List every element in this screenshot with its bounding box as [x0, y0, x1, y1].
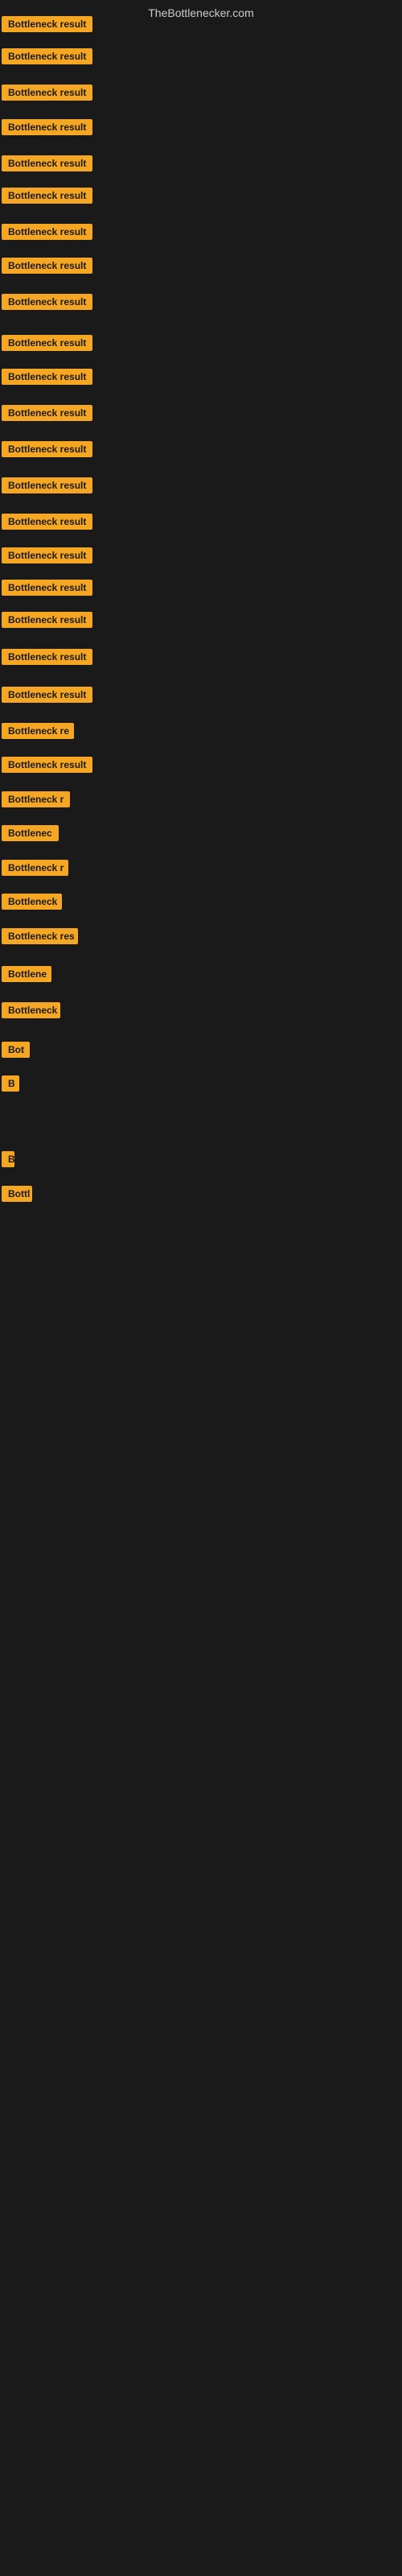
bottleneck-item: Bottl	[2, 1186, 32, 1206]
bottleneck-badge[interactable]: Bottleneck result	[2, 687, 92, 703]
bottleneck-item: Bottleneck result	[2, 369, 92, 389]
bottleneck-badge[interactable]: Bottleneck result	[2, 757, 92, 773]
bottleneck-badge[interactable]: Bottleneck r	[2, 860, 68, 876]
bottleneck-item: Bottleneck res	[2, 928, 78, 948]
bottleneck-badge[interactable]: Bottleneck result	[2, 612, 92, 628]
bottleneck-badge[interactable]: Bottleneck result	[2, 405, 92, 421]
bottleneck-badge[interactable]: Bottl	[2, 1186, 32, 1202]
bottleneck-item: Bottleneck	[2, 894, 62, 914]
bottleneck-badge[interactable]: Bottlene	[2, 966, 51, 982]
bottleneck-item: Bottleneck result	[2, 85, 92, 105]
bottleneck-badge[interactable]: Bottleneck result	[2, 85, 92, 101]
bottleneck-badge[interactable]: Bottleneck result	[2, 580, 92, 596]
bottleneck-badge[interactable]: Bottleneck result	[2, 188, 92, 204]
bottleneck-badge[interactable]: Bottlenec	[2, 825, 59, 841]
bottleneck-item: B	[2, 1075, 19, 1096]
bottleneck-item: Bottleneck re	[2, 723, 74, 743]
bottleneck-item: Bottlenec	[2, 825, 59, 845]
bottleneck-item: Bottleneck r	[2, 860, 68, 880]
bottleneck-badge[interactable]: Bottleneck result	[2, 514, 92, 530]
bottleneck-badge[interactable]: Bot	[2, 1042, 30, 1058]
bottleneck-item: Bottleneck result	[2, 119, 92, 139]
bottleneck-item: Bot	[2, 1042, 30, 1062]
bottleneck-item: Bottleneck result	[2, 757, 92, 777]
bottleneck-item: Bottleneck result	[2, 48, 92, 68]
bottleneck-item: Bottleneck result	[2, 477, 92, 497]
bottleneck-item: Bottleneck result	[2, 405, 92, 425]
bottleneck-badge[interactable]: Bottleneck	[2, 1002, 60, 1018]
bottleneck-badge[interactable]: Bottleneck result	[2, 258, 92, 274]
bottleneck-badge[interactable]: Bottleneck result	[2, 369, 92, 385]
bottleneck-item: Bottleneck result	[2, 649, 92, 669]
bottleneck-badge[interactable]: B	[2, 1075, 19, 1092]
bottleneck-item: Bottleneck result	[2, 335, 92, 355]
bottleneck-item: Bottleneck result	[2, 258, 92, 278]
bottleneck-item: Bottleneck result	[2, 188, 92, 208]
bottleneck-item: Bottleneck	[2, 1002, 60, 1022]
bottleneck-badge[interactable]: Bottleneck result	[2, 224, 92, 240]
bottleneck-item: B	[2, 1151, 14, 1171]
page-container: TheBottlenecker.com Bottleneck resultBot…	[0, 0, 402, 2576]
bottleneck-item: Bottleneck r	[2, 791, 70, 811]
bottleneck-item: Bottleneck result	[2, 612, 92, 632]
bottleneck-badge[interactable]: Bottleneck result	[2, 547, 92, 564]
bottleneck-item: Bottleneck result	[2, 294, 92, 314]
bottleneck-badge[interactable]: Bottleneck result	[2, 649, 92, 665]
bottleneck-badge[interactable]: Bottleneck result	[2, 155, 92, 171]
bottleneck-badge[interactable]: Bottleneck result	[2, 48, 92, 64]
bottleneck-badge[interactable]: Bottleneck res	[2, 928, 78, 944]
bottleneck-item: Bottleneck result	[2, 155, 92, 175]
bottleneck-badge[interactable]: Bottleneck result	[2, 441, 92, 457]
bottleneck-badge[interactable]: Bottleneck result	[2, 294, 92, 310]
bottleneck-badge[interactable]: Bottleneck r	[2, 791, 70, 807]
bottleneck-badge[interactable]: B	[2, 1151, 14, 1167]
bottleneck-item: Bottleneck result	[2, 580, 92, 600]
bottleneck-item: Bottleneck result	[2, 687, 92, 707]
bottleneck-item: Bottleneck result	[2, 547, 92, 568]
bottleneck-badge[interactable]: Bottleneck result	[2, 16, 92, 32]
bottleneck-item: Bottleneck result	[2, 514, 92, 534]
bottleneck-badge[interactable]: Bottleneck	[2, 894, 62, 910]
bottleneck-item: Bottlene	[2, 966, 51, 986]
bottleneck-badge[interactable]: Bottleneck result	[2, 477, 92, 493]
bottleneck-badge[interactable]: Bottleneck result	[2, 335, 92, 351]
bottleneck-item: Bottleneck result	[2, 16, 92, 36]
bottleneck-badge[interactable]: Bottleneck result	[2, 119, 92, 135]
bottleneck-item: Bottleneck result	[2, 441, 92, 461]
bottleneck-badge[interactable]: Bottleneck re	[2, 723, 74, 739]
bottleneck-item: Bottleneck result	[2, 224, 92, 244]
